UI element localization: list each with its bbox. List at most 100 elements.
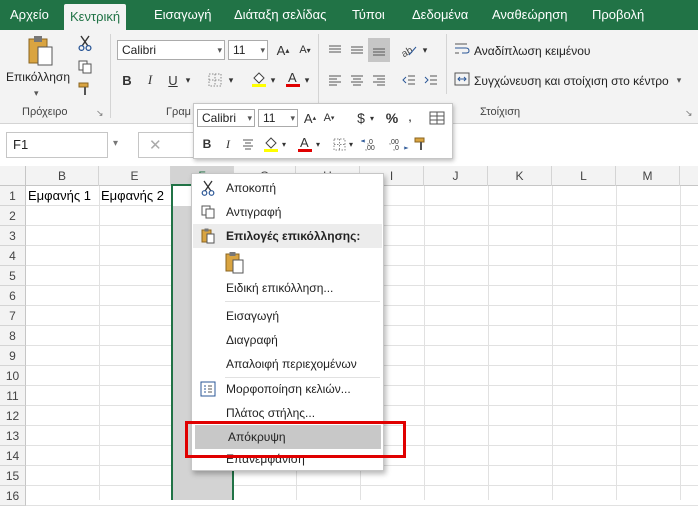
paste-icon[interactable] bbox=[22, 34, 58, 68]
menu-item-insert[interactable]: Εισαγωγή bbox=[193, 304, 382, 328]
dialog-launcher-icon[interactable]: ↘ bbox=[685, 108, 693, 119]
font-color-icon[interactable]: A bbox=[284, 68, 302, 90]
copy-icon[interactable] bbox=[76, 58, 94, 76]
wrap-text-button[interactable]: Αναδίπλωση κειμένου bbox=[454, 42, 590, 59]
tab-home[interactable]: Κεντρική bbox=[64, 4, 127, 30]
cancel-icon[interactable]: ✕ bbox=[149, 136, 162, 154]
font-name-combo[interactable]: Calibri ▾ bbox=[117, 40, 225, 60]
tab-data[interactable]: Δεδομένα bbox=[406, 0, 474, 30]
cell-b1[interactable]: Εμφανής 1 bbox=[26, 186, 91, 206]
align-bottom-icon[interactable] bbox=[368, 38, 390, 62]
menu-item-format-cells[interactable]: Μορφοποίηση κελιών... bbox=[193, 377, 382, 401]
mini-format-painter-icon[interactable] bbox=[412, 134, 430, 154]
mini-borders-icon[interactable] bbox=[331, 134, 347, 154]
mini-decrease-font-icon[interactable]: A ▾ bbox=[321, 109, 337, 127]
chevron-down-icon[interactable]: ▾ bbox=[183, 70, 193, 90]
tab-review[interactable]: Αναθεώρηση bbox=[486, 0, 574, 30]
mini-currency-button[interactable]: $ bbox=[354, 109, 368, 127]
chevron-down-icon[interactable]: ▾ bbox=[226, 70, 236, 90]
column-header-k[interactable]: K bbox=[488, 166, 552, 186]
format-painter-icon[interactable] bbox=[76, 80, 94, 98]
column-header-j[interactable]: J bbox=[424, 166, 488, 186]
increase-font-icon[interactable]: A ▴ bbox=[274, 40, 292, 60]
row-header[interactable]: 15 bbox=[0, 466, 26, 486]
mini-fill-color-icon[interactable] bbox=[262, 133, 280, 155]
row-header[interactable]: 7 bbox=[0, 306, 26, 326]
fill-color-icon[interactable] bbox=[250, 68, 268, 90]
borders-icon[interactable] bbox=[206, 70, 224, 90]
align-left-icon[interactable] bbox=[326, 70, 344, 90]
row-header[interactable]: 8 bbox=[0, 326, 26, 346]
row-header[interactable]: 11 bbox=[0, 386, 26, 406]
mini-italic-button[interactable]: I bbox=[220, 134, 236, 154]
mini-font-color-icon[interactable]: A bbox=[296, 133, 314, 155]
chevron-down-icon[interactable]: ▾ bbox=[280, 134, 288, 154]
decrease-indent-icon[interactable] bbox=[400, 70, 418, 90]
chevron-down-icon[interactable]: ▾ bbox=[302, 70, 312, 90]
mini-percent-button[interactable]: % bbox=[384, 109, 400, 127]
row-header[interactable]: 16 bbox=[0, 486, 26, 506]
row-header[interactable]: 12 bbox=[0, 406, 26, 426]
decrease-font-icon[interactable]: A ▾ bbox=[296, 40, 314, 60]
column-header-m[interactable]: M bbox=[616, 166, 680, 186]
name-box[interactable]: F1 bbox=[6, 132, 108, 158]
bold-button[interactable]: B bbox=[118, 70, 136, 90]
mini-decrease-decimal-icon[interactable]: ,00,0 bbox=[386, 134, 410, 154]
menu-item-clear-contents[interactable]: Απαλοιφή περιεχομένων bbox=[193, 352, 382, 376]
tab-view[interactable]: Προβολή bbox=[586, 0, 650, 30]
dialog-launcher-icon[interactable]: ↘ bbox=[96, 108, 104, 119]
menu-item-delete[interactable]: Διαγραφή bbox=[193, 328, 382, 352]
row-header[interactable]: 1 bbox=[0, 186, 26, 206]
row-header[interactable]: 2 bbox=[0, 206, 26, 226]
column-header-l[interactable]: L bbox=[552, 166, 616, 186]
mini-align-center-icon[interactable] bbox=[240, 134, 256, 154]
align-right-icon[interactable] bbox=[370, 70, 388, 90]
row-header[interactable]: 9 bbox=[0, 346, 26, 366]
chevron-down-icon[interactable]: ▾ bbox=[268, 70, 278, 90]
italic-button[interactable]: I bbox=[141, 70, 159, 90]
chevron-down-icon[interactable]: ▾ bbox=[368, 109, 376, 127]
chevron-down-icon[interactable]: ▾ bbox=[420, 40, 430, 60]
chevron-down-icon[interactable]: ▾ bbox=[677, 75, 682, 86]
cut-icon[interactable] bbox=[76, 34, 94, 52]
mini-increase-decimal-icon[interactable]: ,0,00 bbox=[360, 134, 384, 154]
chevron-down-icon[interactable]: ▾ bbox=[34, 88, 39, 99]
tab-formulas[interactable]: Τύποι bbox=[346, 0, 391, 30]
align-top-icon[interactable] bbox=[326, 40, 344, 60]
tab-insert[interactable]: Εισαγωγή bbox=[148, 0, 217, 30]
row-header[interactable]: 4 bbox=[0, 246, 26, 266]
menu-item-copy[interactable]: Αντιγραφή bbox=[193, 200, 382, 224]
row-header[interactable]: 5 bbox=[0, 266, 26, 286]
align-middle-icon[interactable] bbox=[348, 40, 366, 60]
font-size-combo[interactable]: 11 ▾ bbox=[228, 40, 268, 60]
mini-font-name-combo[interactable]: Calibri ▾ bbox=[197, 109, 255, 127]
paste-option-icon[interactable] bbox=[224, 250, 246, 276]
name-box-dropdown-icon[interactable]: ▾ bbox=[113, 138, 118, 149]
row-header[interactable]: 13 bbox=[0, 426, 26, 446]
merge-center-button[interactable]: Συγχώνευση και στοίχιση στο κέντρο ▾ bbox=[454, 72, 681, 89]
row-header[interactable]: 10 bbox=[0, 366, 26, 386]
column-header-e[interactable]: E bbox=[99, 166, 171, 186]
mini-font-size-combo[interactable]: 11 ▾ bbox=[258, 109, 298, 127]
mini-format-table-icon[interactable] bbox=[428, 109, 446, 127]
underline-button[interactable]: U bbox=[164, 70, 182, 90]
align-center-icon[interactable] bbox=[348, 70, 366, 90]
tab-file[interactable]: Αρχείο bbox=[4, 0, 55, 30]
menu-item-paste-special[interactable]: Ειδική επικόλληση... bbox=[193, 276, 382, 300]
cell-e1[interactable]: Εμφανής 2 bbox=[99, 186, 164, 206]
row-header[interactable]: 3 bbox=[0, 226, 26, 246]
orientation-icon[interactable]: ab bbox=[400, 40, 418, 60]
chevron-down-icon[interactable]: ▾ bbox=[314, 134, 322, 154]
mini-increase-font-icon[interactable]: A ▴ bbox=[302, 109, 318, 127]
paste-button[interactable]: Επικόλληση bbox=[6, 70, 70, 84]
column-header-b[interactable]: B bbox=[26, 166, 99, 186]
row-header[interactable]: 14 bbox=[0, 446, 26, 466]
tab-page-layout[interactable]: Διάταξη σελίδας bbox=[228, 0, 332, 30]
mini-bold-button[interactable]: B bbox=[199, 134, 215, 154]
increase-indent-icon[interactable] bbox=[422, 70, 440, 90]
select-all-corner[interactable] bbox=[0, 166, 26, 186]
menu-item-cut[interactable]: Αποκοπή bbox=[193, 176, 382, 200]
chevron-down-icon[interactable]: ▾ bbox=[347, 134, 355, 154]
mini-comma-style-button[interactable]: , bbox=[402, 109, 418, 127]
row-header[interactable]: 6 bbox=[0, 286, 26, 306]
